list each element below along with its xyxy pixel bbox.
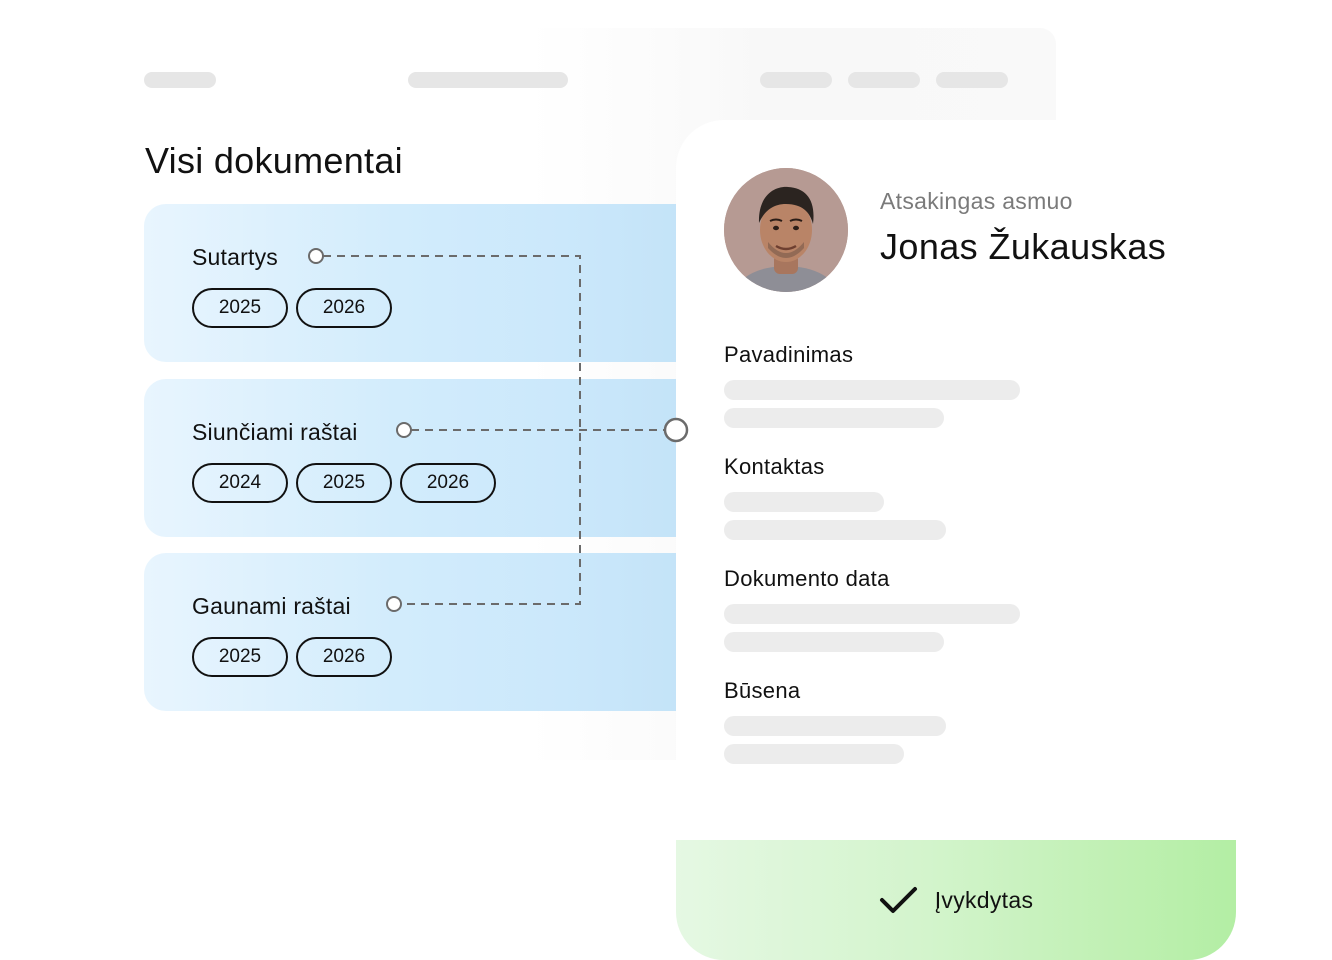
- person-name: Jonas Žukauskas: [880, 226, 1167, 267]
- year-chip[interactable]: 2026: [296, 288, 392, 328]
- field-value-placeholder: [724, 492, 884, 512]
- page-title: Visi dokumentai: [145, 140, 403, 181]
- field-value-placeholder: [724, 408, 944, 428]
- nav-placeholder: [936, 72, 1008, 88]
- avatar: [724, 168, 848, 292]
- year-chip[interactable]: 2025: [296, 463, 392, 503]
- field-label-kontaktas: Kontaktas: [724, 454, 825, 479]
- detail-card: Atsakingas asmuo Jonas Žukauskas Pavadin…: [676, 120, 1236, 960]
- field-value-placeholder: [724, 520, 946, 540]
- status-badge: Įvykdytas: [676, 840, 1236, 960]
- page: Visi dokumentai Sutartys 2025 2026 Siunč…: [0, 0, 1332, 960]
- year-chip[interactable]: 2024: [192, 463, 288, 503]
- person-portrait-icon: [724, 168, 848, 292]
- field-label-busena: Būsena: [724, 678, 801, 703]
- field-value-placeholder: [724, 604, 1020, 624]
- category-card-siunciami[interactable]: Siunčiami raštai 2024 2025 2026: [144, 379, 704, 537]
- check-icon: [879, 887, 917, 913]
- nav-placeholder: [144, 72, 216, 88]
- nav-placeholder: [760, 72, 832, 88]
- nav-placeholder: [408, 72, 568, 88]
- year-chip[interactable]: 2026: [400, 463, 496, 503]
- year-chip[interactable]: 2025: [192, 637, 288, 677]
- role-label: Atsakingas asmuo: [880, 188, 1073, 214]
- category-card-gaunami[interactable]: Gaunami raštai 2025 2026: [144, 553, 704, 711]
- field-label-dokumento-data: Dokumento data: [724, 566, 890, 591]
- field-value-placeholder: [724, 380, 1020, 400]
- category-card-sutartys[interactable]: Sutartys 2025 2026: [144, 204, 704, 362]
- status-label: Įvykdytas: [934, 886, 1034, 913]
- category-label: Siunčiami raštai: [192, 419, 358, 445]
- field-value-placeholder: [724, 744, 904, 764]
- nav-placeholder: [848, 72, 920, 88]
- field-value-placeholder: [724, 716, 946, 736]
- category-label: Sutartys: [192, 244, 278, 270]
- field-value-placeholder: [724, 632, 944, 652]
- category-label: Gaunami raštai: [192, 593, 351, 619]
- year-chip[interactable]: 2025: [192, 288, 288, 328]
- year-chip[interactable]: 2026: [296, 637, 392, 677]
- field-label-pavadinimas: Pavadinimas: [724, 342, 854, 367]
